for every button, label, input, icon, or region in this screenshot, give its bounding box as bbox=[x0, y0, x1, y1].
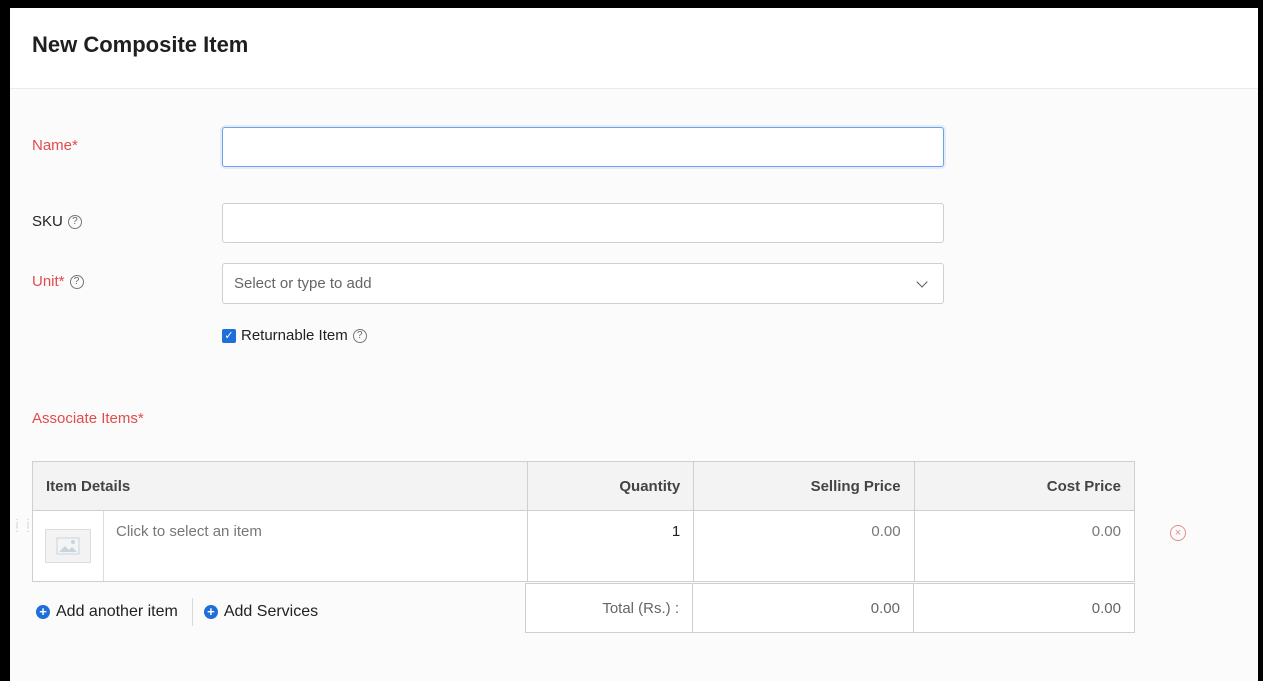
totals-table: Total (Rs.) : 0.00 0.00 bbox=[525, 583, 1135, 633]
cost-price-cell: 0.00 bbox=[913, 510, 1136, 582]
item-actions: + Add another item + Add Services bbox=[36, 598, 318, 626]
page-header: New Composite Item bbox=[10, 8, 1258, 89]
quantity-column-header: Quantity bbox=[526, 461, 695, 511]
sku-label-group: SKU ? bbox=[32, 213, 82, 230]
name-input[interactable] bbox=[222, 127, 944, 167]
add-services-button[interactable]: Add Services bbox=[224, 603, 318, 621]
returnable-item-row: ✓ Returnable Item ? bbox=[222, 327, 367, 344]
sku-input[interactable] bbox=[222, 203, 944, 243]
question-circle-icon[interactable]: ? bbox=[352, 328, 367, 343]
question-circle-icon[interactable]: ? bbox=[67, 214, 82, 229]
selling-price-column-header: Selling Price bbox=[693, 461, 915, 511]
unit-placeholder: Select or type to add bbox=[234, 275, 372, 292]
associate-items-table: Item Details Quantity Selling Price Cost… bbox=[32, 461, 1136, 582]
associate-items-label: Associate Items* bbox=[32, 410, 144, 427]
page-title: New Composite Item bbox=[32, 32, 249, 57]
table-header-row: Item Details Quantity Selling Price Cost… bbox=[32, 461, 1136, 511]
image-placeholder-icon bbox=[45, 529, 91, 563]
quantity-input[interactable]: 1 bbox=[526, 510, 695, 582]
remove-circle-icon[interactable]: × bbox=[1170, 525, 1186, 541]
question-circle-icon[interactable]: ? bbox=[69, 274, 84, 289]
actions-divider bbox=[191, 598, 193, 626]
totals-row: Total (Rs.) : 0.00 0.00 bbox=[525, 583, 1135, 633]
add-another-item-button[interactable]: Add another item bbox=[56, 603, 178, 621]
new-composite-item-page: New Composite Item Name* SKU ? Unit* ? S… bbox=[10, 8, 1258, 681]
item-image-cell bbox=[33, 511, 104, 581]
item-details-cell[interactable]: Click to select an item bbox=[32, 510, 528, 582]
select-item-placeholder[interactable]: Click to select an item bbox=[116, 523, 262, 540]
total-label: Total (Rs.) : bbox=[525, 583, 693, 633]
sku-label: SKU bbox=[32, 213, 63, 230]
item-details: Click to select an item bbox=[45, 511, 514, 581]
plus-circle-icon: + bbox=[36, 605, 50, 619]
unit-label: Unit* bbox=[32, 273, 65, 290]
item-details-column-header: Item Details bbox=[32, 461, 528, 511]
name-label: Name* bbox=[32, 137, 78, 154]
total-cost-price: 0.00 bbox=[913, 583, 1135, 633]
returnable-label: Returnable Item bbox=[241, 327, 348, 344]
chevron-down-icon bbox=[916, 275, 928, 288]
cost-price-column-header: Cost Price bbox=[913, 461, 1136, 511]
selling-price-cell: 0.00 bbox=[693, 510, 915, 582]
table-row: Click to select an item 1 0.00 0.00 bbox=[32, 510, 1136, 582]
returnable-checkbox[interactable]: ✓ bbox=[222, 328, 236, 343]
drag-handle-icon[interactable]: ⋮⋮ ⋮⋮ bbox=[12, 519, 34, 534]
total-selling-price: 0.00 bbox=[692, 583, 914, 633]
unit-select[interactable]: Select or type to add bbox=[222, 263, 944, 304]
unit-label-group: Unit* ? bbox=[32, 273, 84, 290]
plus-circle-icon: + bbox=[203, 605, 218, 619]
